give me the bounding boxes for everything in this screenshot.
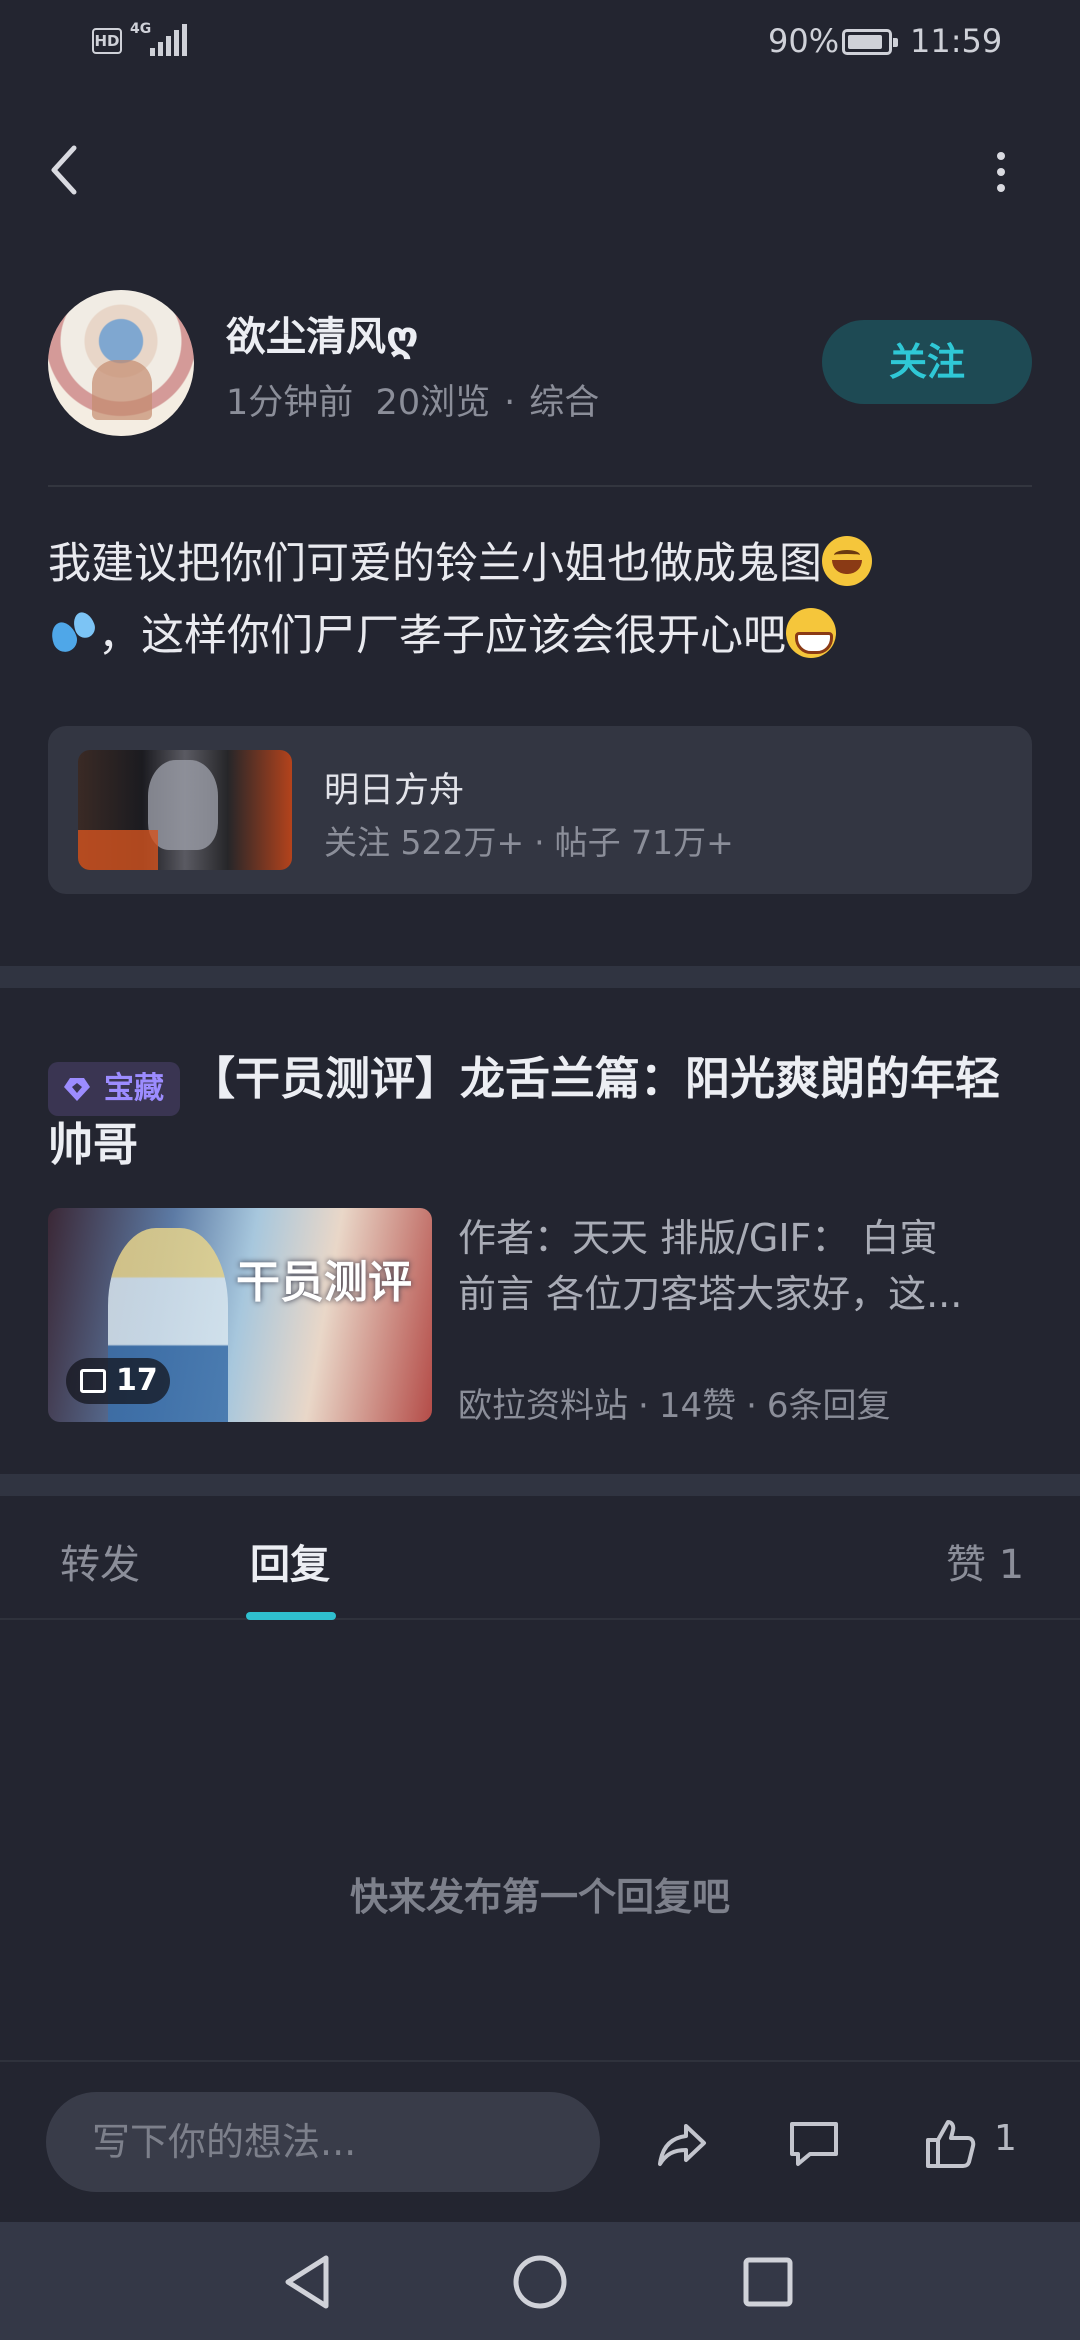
tab-replies[interactable]: 回复	[250, 1532, 330, 1590]
tab-reposts[interactable]: 转发	[60, 1532, 140, 1590]
treasure-badge-label: 宝藏	[104, 1071, 164, 1106]
game-stats: 关注 522万+ · 帖子 71万+	[324, 823, 734, 862]
image-count: 17	[116, 1363, 158, 1398]
excerpt-line2: 前言 各位刀客塔大家好，这...	[458, 1272, 963, 1316]
divider	[0, 2060, 1080, 2062]
article-source: 欧拉资料站	[458, 1386, 628, 1426]
post-text-line1: 我建议把你们可爱的铃兰小姐也做成鬼图	[48, 539, 822, 589]
post-text-line2: ，这样你们尸厂孝子应该会很开心吧	[98, 611, 786, 661]
article-likes: 14赞	[658, 1386, 737, 1426]
divider	[48, 485, 1032, 487]
like-count: 1	[994, 2118, 1017, 2159]
treasure-badge: 宝藏	[48, 1062, 180, 1116]
comment-icon[interactable]	[784, 2114, 844, 2174]
share-icon[interactable]	[652, 2114, 712, 2174]
grin-emoji-icon	[786, 608, 836, 658]
article-excerpt: 作者：天天 排版/GIF： 白寅 前言 各位刀客塔大家好，这...	[458, 1210, 1018, 1322]
reply-input[interactable]	[46, 2092, 600, 2192]
thumbnail-title: 干员测评	[236, 1257, 412, 1308]
author-name[interactable]: 欲尘清风ღ	[226, 304, 419, 362]
follow-button[interactable]: 关注	[822, 320, 1032, 404]
article-thumbnail[interactable]: 干员测评 17	[48, 1208, 432, 1422]
network-type: 4G	[130, 21, 152, 37]
section-separator	[0, 1474, 1080, 1496]
tab-likes[interactable]: 赞 1	[946, 1532, 1024, 1590]
section-separator	[0, 966, 1080, 988]
image-count-badge: 17	[66, 1358, 170, 1404]
post-time: 1分钟前	[226, 383, 354, 423]
game-cover-image	[78, 750, 292, 870]
signal-icon	[150, 24, 187, 56]
thumbs-up-icon[interactable]	[920, 2114, 980, 2174]
nav-home-icon[interactable]	[500, 2242, 580, 2322]
game-name: 明日方舟	[324, 771, 465, 811]
clock: 11:59	[910, 22, 1003, 60]
system-nav-bar	[0, 2222, 1080, 2340]
more-options-icon[interactable]	[990, 150, 1010, 194]
nav-back-icon[interactable]	[270, 2242, 350, 2322]
empty-replies-message: 快来发布第一个回复吧	[349, 1875, 730, 1919]
image-icon	[80, 1369, 106, 1393]
game-community-card[interactable]: 明日方舟 关注 522万+ · 帖子 71万+	[48, 726, 1032, 894]
view-count: 20浏览	[375, 383, 491, 423]
excerpt-line1: 作者：天天 排版/GIF： 白寅	[458, 1216, 938, 1260]
battery-percent: 90%	[768, 22, 840, 60]
post-category: 综合	[529, 383, 600, 423]
diamond-icon	[64, 1078, 90, 1101]
active-tab-indicator	[246, 1612, 336, 1620]
linked-article-title[interactable]: 【干员测评】龙舌兰篇：阳光爽朗的年轻帅哥	[48, 1046, 1038, 1178]
battery-icon	[842, 29, 898, 55]
divider	[0, 1618, 1080, 1620]
hd-badge: HD	[92, 28, 122, 54]
nav-recents-icon[interactable]	[728, 2242, 808, 2322]
article-replies: 6条回复	[766, 1386, 891, 1426]
back-arrow-icon[interactable]	[44, 140, 94, 200]
post-meta: 1分钟前 20浏览 · 综合	[226, 383, 600, 423]
game-followers: 关注 522万+	[324, 823, 525, 862]
game-posts: 帖子 71万+	[554, 823, 734, 862]
status-bar: HD 4G 90% 11:59	[0, 0, 1080, 90]
avatar[interactable]	[48, 290, 194, 436]
sweat-droplets-emoji-icon	[48, 608, 98, 658]
post-body: 我建议把你们可爱的铃兰小姐也做成鬼图 ，这样你们尸厂孝子应该会很开心吧	[48, 528, 1038, 672]
smile-emoji-icon	[822, 536, 872, 586]
article-meta: 欧拉资料站 · 14赞 · 6条回复	[458, 1386, 891, 1426]
